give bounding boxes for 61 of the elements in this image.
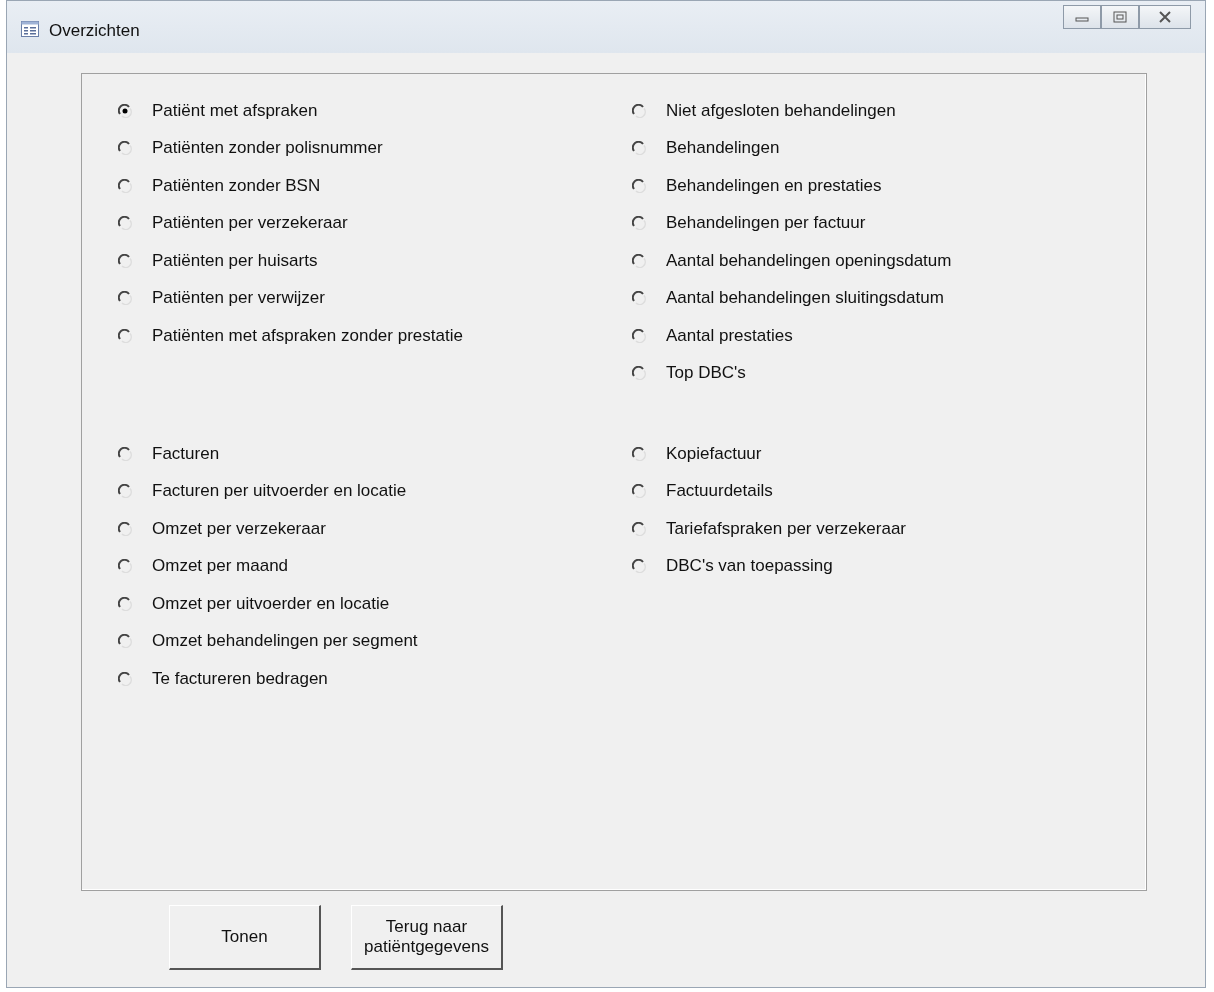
option-label[interactable]: Patiënten zonder BSN: [152, 175, 321, 196]
radio-button[interactable]: [632, 178, 646, 193]
option-label[interactable]: Omzet behandelingen per segment: [152, 631, 418, 652]
radio-button[interactable]: [118, 103, 132, 118]
action-button[interactable]: Tonen: [169, 905, 321, 970]
option-label[interactable]: Patiënten met afspraken zonder prestatie: [152, 325, 463, 346]
radio-button[interactable]: [632, 103, 646, 118]
option-label[interactable]: Patiënt met afspraken: [152, 100, 318, 121]
radio-button[interactable]: [118, 671, 132, 686]
radio-button[interactable]: [632, 253, 646, 268]
radio-button[interactable]: [632, 141, 646, 156]
radio-button[interactable]: [632, 484, 646, 499]
option-label[interactable]: Aantal prestaties: [666, 325, 793, 346]
option-label[interactable]: DBC's van toepassing: [666, 556, 833, 577]
radio-button[interactable]: [118, 559, 132, 574]
minimize-button[interactable]: [1063, 5, 1101, 29]
maximize-icon: [1113, 11, 1127, 23]
option-label[interactable]: Omzet per uitvoerder en locatie: [152, 593, 390, 614]
window-title: Overzichten: [49, 21, 140, 41]
option-label[interactable]: Patiënten zonder polisnummer: [152, 138, 383, 159]
action-button[interactable]: Terug naar patiëntgegevens: [351, 905, 503, 970]
option-label[interactable]: Aantal behandelingen openingsdatum: [666, 250, 952, 271]
option-label[interactable]: Patiënten per huisarts: [152, 250, 318, 271]
radio-button[interactable]: [632, 521, 646, 536]
close-icon: [1158, 11, 1172, 23]
option-label[interactable]: Factuurdetails: [666, 481, 773, 502]
radio-button[interactable]: [118, 216, 132, 231]
radio-button[interactable]: [632, 446, 646, 461]
radio-button[interactable]: [118, 178, 132, 193]
radio-button[interactable]: [118, 446, 132, 461]
radio-button[interactable]: [632, 216, 646, 231]
radio-button[interactable]: [118, 596, 132, 611]
option-label[interactable]: Facturen per uitvoerder en locatie: [152, 481, 407, 502]
option-label[interactable]: Omzet per verzekeraar: [152, 518, 326, 539]
radio-button[interactable]: [632, 328, 646, 343]
close-button[interactable]: [1139, 5, 1191, 29]
radio-button[interactable]: [118, 291, 132, 306]
option-label[interactable]: Kopiefactuur: [666, 443, 762, 464]
radio-button[interactable]: [118, 328, 132, 343]
radio-button[interactable]: [118, 521, 132, 536]
form-icon: [21, 21, 39, 37]
option-label[interactable]: Facturen: [152, 443, 220, 464]
radio-button[interactable]: [118, 484, 132, 499]
maximize-button[interactable]: [1101, 5, 1139, 29]
option-label[interactable]: Behandelingen: [666, 138, 780, 159]
option-label[interactable]: Tariefafspraken per verzekeraar: [666, 518, 906, 539]
radio-button[interactable]: [632, 366, 646, 381]
radio-button[interactable]: [118, 253, 132, 268]
radio-button[interactable]: [632, 291, 646, 306]
option-label[interactable]: Niet afgesloten behandelingen: [666, 100, 896, 121]
radio-button[interactable]: [118, 634, 132, 649]
radio-button[interactable]: [118, 141, 132, 156]
radio-button[interactable]: [632, 559, 646, 574]
option-label[interactable]: Top DBC's: [666, 363, 746, 384]
option-label[interactable]: Omzet per maand: [152, 556, 289, 577]
option-label[interactable]: Behandelingen per factuur: [666, 213, 866, 234]
option-label[interactable]: Te factureren bedragen: [152, 668, 328, 689]
option-label[interactable]: Patiënten per verwijzer: [152, 288, 325, 309]
option-label[interactable]: Behandelingen en prestaties: [666, 175, 882, 196]
option-label[interactable]: Aantal behandelingen sluitingsdatum: [666, 288, 944, 309]
option-label[interactable]: Patiënten per verzekeraar: [152, 213, 348, 234]
